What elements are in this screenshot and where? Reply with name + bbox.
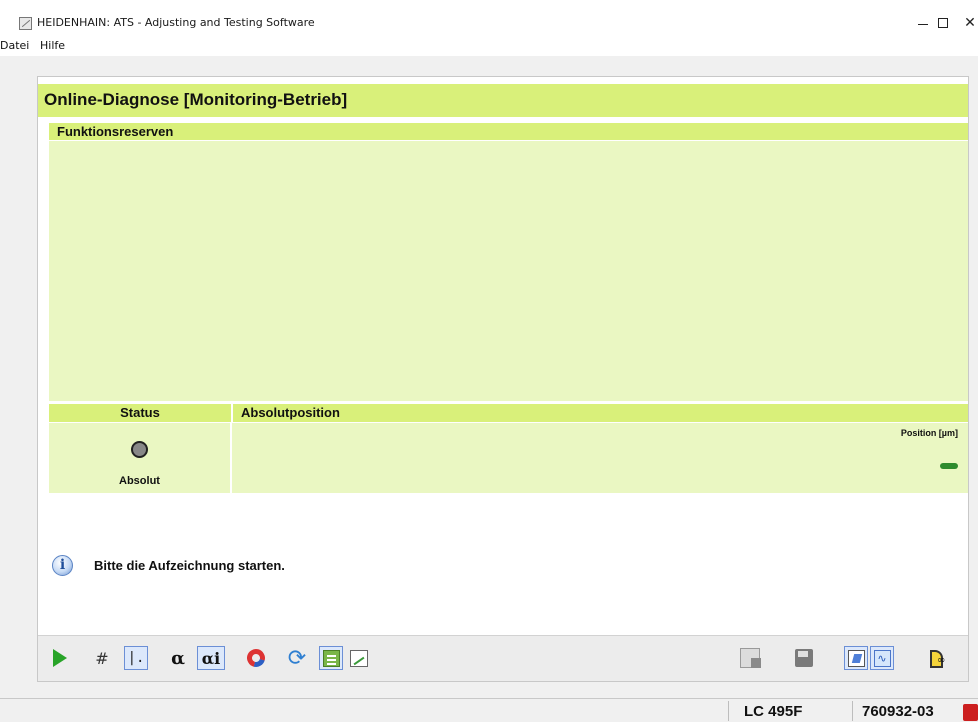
status-bar: LC 495F 760932-03 <box>0 698 978 722</box>
magnet-icon <box>243 645 269 671</box>
menu-item-hilfe[interactable]: Hilfe <box>40 39 65 52</box>
alpha-i-button[interactable]: αi <box>197 646 225 670</box>
export-icon <box>740 648 761 668</box>
list-view-button[interactable] <box>319 646 343 670</box>
menu-item-datei[interactable]: Datei <box>0 39 29 52</box>
main-panel: Online-Diagnose [Monitoring-Betrieb] Fun… <box>37 76 969 682</box>
info-icon: i <box>52 555 73 576</box>
device-id: 760932-03 <box>862 703 934 720</box>
reserves-display <box>49 141 968 401</box>
refresh-button[interactable]: ⟳ <box>285 646 309 671</box>
note-icon <box>847 649 865 667</box>
save-button[interactable] <box>792 646 816 670</box>
export-button[interactable] <box>738 646 762 670</box>
toolbar: # |. α αi ⟳ ∿ <box>38 635 968 681</box>
grid-toggle-button[interactable]: # <box>90 646 114 670</box>
absolute-position-cell: Position [µm] <box>232 423 968 493</box>
note-button[interactable] <box>844 646 868 670</box>
reserves-header: Funktionsreserven <box>49 123 968 140</box>
signal-view-button[interactable]: ∿ <box>870 646 894 670</box>
status-cell: Absolut <box>49 423 230 493</box>
alarm-icon <box>963 704 978 721</box>
column-divider <box>231 404 233 422</box>
status-divider <box>852 701 853 721</box>
status-column-header: Status <box>120 405 160 420</box>
menu-bar: Datei Hilfe <box>0 38 978 56</box>
close-button[interactable]: ✕ <box>955 12 978 34</box>
device-name: LC 495F <box>744 703 803 720</box>
status-table-header: Status Absolutposition <box>49 404 968 422</box>
maximize-icon <box>938 18 948 28</box>
maximize-button[interactable] <box>928 12 958 34</box>
magnet-button[interactable] <box>243 645 269 671</box>
save-icon <box>795 649 813 667</box>
position-indicator <box>940 463 958 469</box>
app-logo-icon <box>19 17 32 30</box>
minimize-icon <box>918 24 928 25</box>
status-led-label: Absolut <box>119 475 160 487</box>
wave-icon: ∿ <box>873 649 891 667</box>
status-led-icon <box>131 441 148 458</box>
axes-toggle-button[interactable]: |. <box>124 646 148 670</box>
status-divider <box>728 701 729 721</box>
app-window: HEIDENHAIN: ATS - Adjusting and Testing … <box>0 0 978 722</box>
window-title: HEIDENHAIN: ATS - Adjusting and Testing … <box>37 16 315 29</box>
absolute-position-column-header: Absolutposition <box>241 405 340 420</box>
exit-button[interactable] <box>926 646 950 670</box>
position-unit-label: Position [µm] <box>900 428 958 438</box>
exit-icon <box>928 648 948 668</box>
chart-icon <box>350 649 368 667</box>
page-header: Online-Diagnose [Monitoring-Betrieb] <box>38 84 968 117</box>
reserves-title: Funktionsreserven <box>57 124 174 139</box>
play-icon <box>53 649 67 667</box>
info-message-text: Bitte die Aufzeichnung starten. <box>94 558 285 573</box>
chart-view-button[interactable] <box>347 646 371 670</box>
list-icon <box>322 649 340 667</box>
title-bar: HEIDENHAIN: ATS - Adjusting and Testing … <box>0 0 978 38</box>
start-recording-button[interactable] <box>48 646 72 670</box>
alpha-button[interactable]: α <box>166 646 190 670</box>
page-title: Online-Diagnose [Monitoring-Betrieb] <box>44 90 348 109</box>
